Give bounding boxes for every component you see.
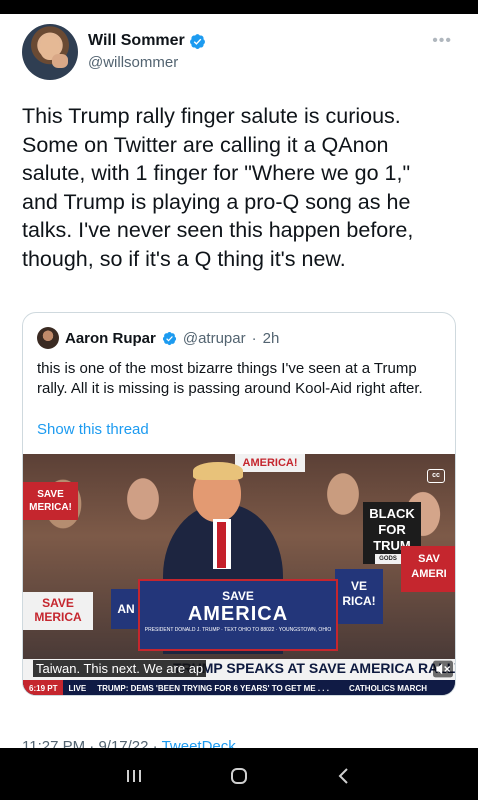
podium-save: SAVE <box>222 589 254 603</box>
home-icon[interactable] <box>224 766 254 786</box>
news-ticker: 6:19 PT LIVE TRUMP: DEMS 'BEEN TRYING FO… <box>23 680 455 695</box>
sign-america: AMERICA! <box>235 454 305 472</box>
tweet-header: Will Sommer @willsommer ••• <box>22 24 462 84</box>
sign-save-america-right: SAV AMERI <box>401 546 455 592</box>
tweet-text: This Trump rally finger salute is curiou… <box>22 104 414 271</box>
mute-icon[interactable] <box>433 660 453 678</box>
ticker-story: TRUMP: DEMS 'BEEN TRYING FOR 6 YEARS' TO… <box>97 684 329 693</box>
author-name[interactable]: Will Sommer <box>88 32 185 50</box>
ticker-story-next: CATHOLICS MARCH <box>348 684 428 693</box>
quoted-author-avatar <box>37 327 59 349</box>
status-bar <box>0 0 478 14</box>
podium-america: AMERICA <box>187 603 289 625</box>
quoted-author-name: Aaron Rupar <box>65 329 156 347</box>
android-navigation-bar <box>0 748 478 800</box>
sign-ve-rica: VE RICA! <box>335 569 383 624</box>
verified-badge-icon <box>189 33 205 49</box>
back-icon[interactable] <box>329 766 359 786</box>
avatar-hand <box>52 54 68 68</box>
video-frame: AMERICA! SAVE MERICA! BLACK FOR TRUM SAV… <box>23 454 455 659</box>
sign-an: AN <box>111 589 141 629</box>
more-horizontal-icon[interactable]: ••• <box>432 32 452 50</box>
show-thread-link[interactable]: Show this thread <box>37 421 149 438</box>
news-headline: TRUMP SPEAKS AT SAVE AMERICA RALLY <box>173 660 456 676</box>
video-player[interactable]: AMERICA! SAVE MERICA! BLACK FOR TRUM SAV… <box>23 454 456 695</box>
sign-gods: GODS <box>375 554 401 564</box>
ticker-time: 6:19 PT <box>23 680 64 695</box>
speaker-hair <box>193 462 243 480</box>
author-handle[interactable]: @willsommer <box>88 54 178 71</box>
quoted-tweet-text: this is one of the most bizarre things I… <box>37 360 423 397</box>
podium-fine-print: PRESIDENT DONALD J. TRUMP · TEXT OHIO TO… <box>144 627 332 633</box>
quoted-author-handle: @atrupar <box>182 329 246 347</box>
sign-save-america-left: SAVE MERICA! <box>23 482 78 520</box>
verified-badge-icon <box>162 331 176 345</box>
video-caption: Taiwan. This next. We are ap <box>33 660 207 677</box>
quoted-separator: · <box>251 329 257 347</box>
closed-captions-icon[interactable]: cc <box>427 469 445 483</box>
author-name-row: Will Sommer <box>88 32 206 50</box>
podium-sign: SAVE AMERICA PRESIDENT DONALD J. TRUMP ·… <box>138 579 338 651</box>
speaker-tie <box>217 522 226 568</box>
ticker-live: LIVE <box>68 684 87 693</box>
quoted-tweet-header: Aaron Rupar @atrupar · 2h <box>37 327 279 349</box>
quoted-tweet[interactable]: Aaron Rupar @atrupar · 2h this is one of… <box>22 312 456 696</box>
author-avatar[interactable] <box>22 24 78 80</box>
recent-apps-icon[interactable] <box>119 766 149 786</box>
sign-save-bottom-left: SAVE MERICA <box>23 592 93 630</box>
quoted-timestamp: 2h <box>262 329 280 347</box>
